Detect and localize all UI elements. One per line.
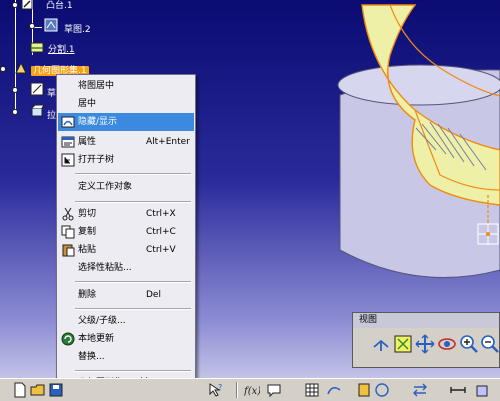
- menu-item-hide-show[interactable]: 隐藏/显示: [58, 113, 194, 131]
- menu-item-paste[interactable]: 粘贴 Ctrl+V: [58, 241, 194, 259]
- menu-item-define-work-object[interactable]: 定义工作对象: [58, 178, 194, 196]
- svg-text:?: ?: [218, 383, 222, 392]
- menu-item-delete[interactable]: 删除 Del: [58, 286, 194, 304]
- mass-properties-icon[interactable]: [474, 382, 490, 398]
- copy-icon: [61, 225, 75, 239]
- menu-item-local-update[interactable]: 本地更新: [58, 330, 194, 348]
- menu-item-cut[interactable]: 剪切 Ctrl+X: [58, 205, 194, 223]
- expand-node-icon[interactable]: [12, 109, 18, 115]
- tree-item-split[interactable]: 分割.1: [48, 42, 75, 55]
- open-folder-icon[interactable]: [30, 382, 46, 398]
- hide-show-icon: [61, 116, 75, 128]
- catalog-icon[interactable]: [356, 382, 372, 398]
- shortcut-paste: Ctrl+V: [146, 245, 176, 255]
- sketch-icon: [44, 18, 58, 32]
- compass-icon[interactable]: [374, 382, 390, 398]
- new-document-icon[interactable]: [12, 382, 28, 398]
- menu-item-properties[interactable]: 属性 Alt+Enter: [58, 133, 194, 151]
- zoom-out-icon[interactable]: [480, 333, 500, 355]
- shortcut-copy: Ctrl+C: [146, 227, 176, 237]
- pan-icon[interactable]: [415, 333, 435, 355]
- menu-item-copy[interactable]: 复制 Ctrl+C: [58, 223, 194, 241]
- menu-separator: [75, 370, 191, 372]
- split-icon: [30, 42, 44, 53]
- toolbar-separator: [236, 382, 238, 398]
- menu-separator: [75, 281, 191, 283]
- svg-text:f(x): f(x): [244, 386, 260, 397]
- save-icon[interactable]: [48, 382, 64, 398]
- properties-icon: [61, 136, 75, 148]
- extrude-icon: [31, 104, 44, 117]
- comment-icon[interactable]: [266, 382, 282, 398]
- swap-view-icon[interactable]: [412, 382, 428, 398]
- menu-separator: [75, 308, 191, 310]
- zoom-in-icon[interactable]: [459, 333, 479, 355]
- fit-all-in-icon[interactable]: [393, 333, 413, 355]
- scissors-icon: [62, 207, 74, 221]
- menu-item-center[interactable]: 居中: [58, 95, 194, 113]
- view-toolbar[interactable]: 视图: [352, 312, 500, 368]
- subtree-icon: [61, 153, 75, 167]
- update-icon: [61, 332, 75, 346]
- sketch-icon: [30, 82, 44, 96]
- menu-item-paste-special[interactable]: 选择性粘贴...: [58, 259, 194, 277]
- expand-node-icon[interactable]: [29, 23, 35, 29]
- paste-icon: [62, 244, 75, 257]
- shortcut-delete: Del: [146, 290, 161, 300]
- shortcut-properties: Alt+Enter: [146, 137, 190, 147]
- menu-separator: [75, 201, 191, 203]
- expand-node-icon[interactable]: [12, 2, 18, 8]
- tree-item-extrude-partial[interactable]: 拉: [47, 108, 56, 121]
- measure-icon[interactable]: [450, 382, 466, 398]
- expand-node-icon[interactable]: [0, 66, 6, 72]
- menu-item-replace[interactable]: 替换...: [58, 348, 194, 366]
- menu-separator: [75, 173, 191, 175]
- expand-node-icon[interactable]: [12, 87, 18, 93]
- context-menu: 将图居中 居中 隐藏/显示 属性 Alt+Enter 打开子树 定义工作对象 剪…: [56, 74, 196, 398]
- standard-toolbar: ? f(x): [0, 378, 500, 401]
- cylinder-top-face[interactable]: [337, 64, 500, 106]
- menu-item-open-subtree[interactable]: 打开子树: [58, 151, 194, 169]
- menu-item-center-graph[interactable]: 将图居中: [58, 77, 194, 95]
- rotate-icon[interactable]: [437, 333, 457, 355]
- design-table-icon[interactable]: [304, 382, 320, 398]
- help-pointer-icon[interactable]: ?: [208, 382, 224, 398]
- tree-connector: [15, 0, 16, 70]
- pad-icon: [21, 0, 33, 10]
- fly-mode-icon[interactable]: [371, 333, 391, 355]
- tree-item-sketch-partial[interactable]: 草: [47, 86, 56, 99]
- geometrical-set-icon: [15, 61, 27, 74]
- menu-item-parents-children[interactable]: 父级/子级...: [58, 312, 194, 330]
- formula-icon[interactable]: f(x): [244, 382, 260, 398]
- view-toolbar-title[interactable]: 视图: [353, 313, 499, 328]
- tree-item-pad[interactable]: 凸台.1: [46, 0, 73, 11]
- law-icon[interactable]: [326, 382, 342, 398]
- shortcut-cut: Ctrl+X: [146, 209, 176, 219]
- tree-item-sketch[interactable]: 草图.2: [64, 22, 91, 35]
- 3d-model-viewport[interactable]: [240, 0, 500, 300]
